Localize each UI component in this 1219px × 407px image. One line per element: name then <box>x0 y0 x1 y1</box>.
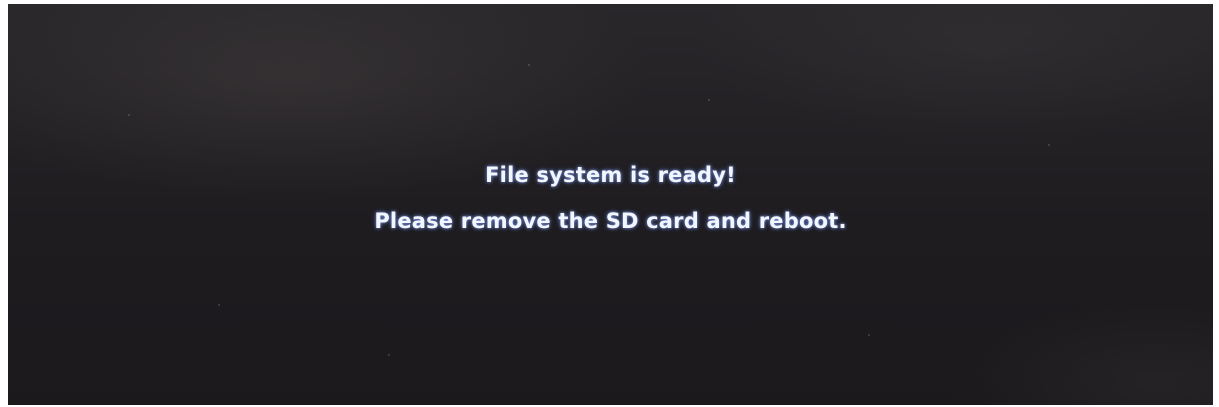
dust-speck <box>218 304 220 306</box>
photo-frame: File system is ready! Please remove the … <box>0 0 1219 407</box>
status-message: File system is ready! Please remove the … <box>8 152 1213 244</box>
status-line-ready: File system is ready! <box>485 163 736 187</box>
dust-speck <box>1048 144 1050 146</box>
dust-speck <box>128 114 130 116</box>
status-line-instruction: Please remove the SD card and reboot. <box>374 209 847 233</box>
device-screen: File system is ready! Please remove the … <box>8 4 1213 405</box>
dust-speck <box>708 99 710 101</box>
dust-speck <box>868 334 870 336</box>
dust-speck <box>528 64 530 66</box>
dust-speck <box>388 354 390 356</box>
